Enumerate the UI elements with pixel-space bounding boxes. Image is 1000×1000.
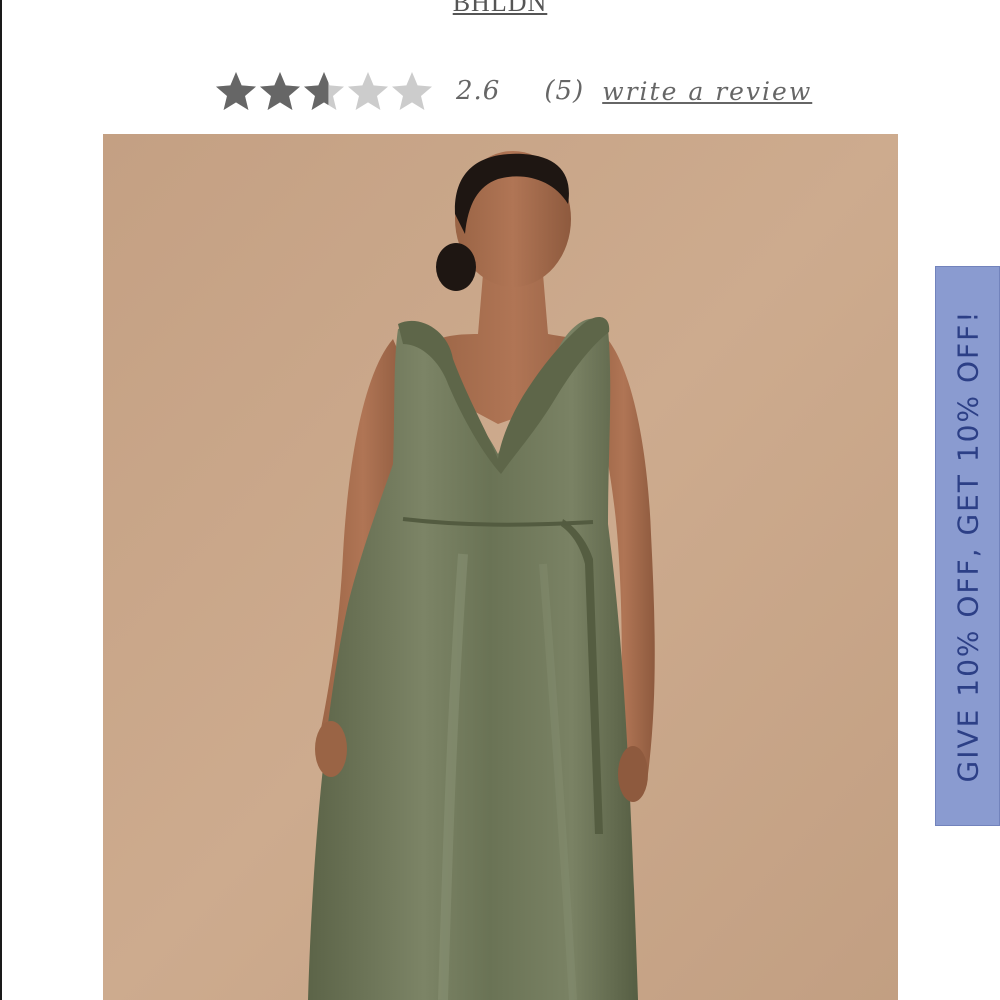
star-icon [304,72,344,110]
write-review-link[interactable]: write a review [602,77,812,106]
star-icon [392,72,432,110]
star-icon [216,72,256,110]
promo-text: GIVE 10% OFF, GET 10% OFF! [951,309,984,783]
review-count: (5) [544,76,585,106]
product-image[interactable] [103,134,898,1000]
left-edge-border [0,0,2,1000]
star-rating[interactable] [214,68,434,114]
promo-referral-tab[interactable]: GIVE 10% OFF, GET 10% OFF! [935,266,1000,826]
rating-row: 2.6 (5) write a review [214,68,812,114]
brand-link[interactable]: BHLDN [0,0,1000,20]
star-icon [260,72,300,110]
model-photo [103,134,898,1000]
star-icon [348,72,388,110]
rating-value: 2.6 [456,76,501,106]
